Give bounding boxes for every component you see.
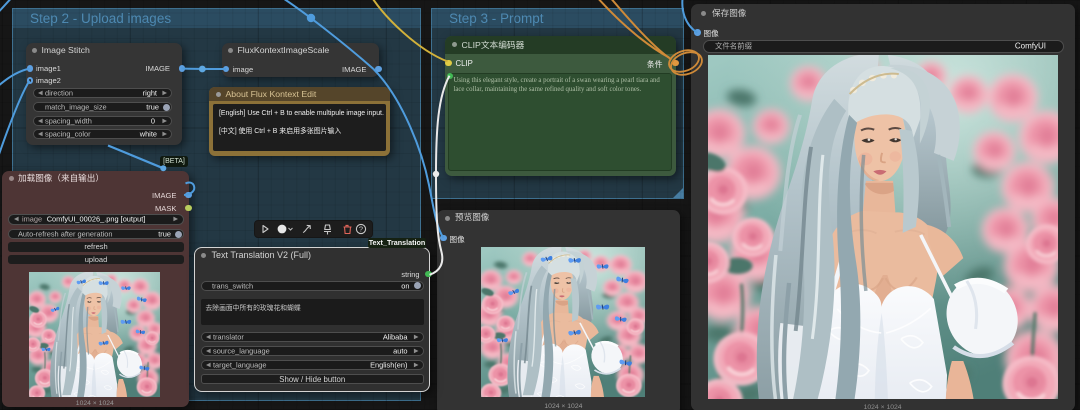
svg-text:?: ? <box>359 225 363 234</box>
